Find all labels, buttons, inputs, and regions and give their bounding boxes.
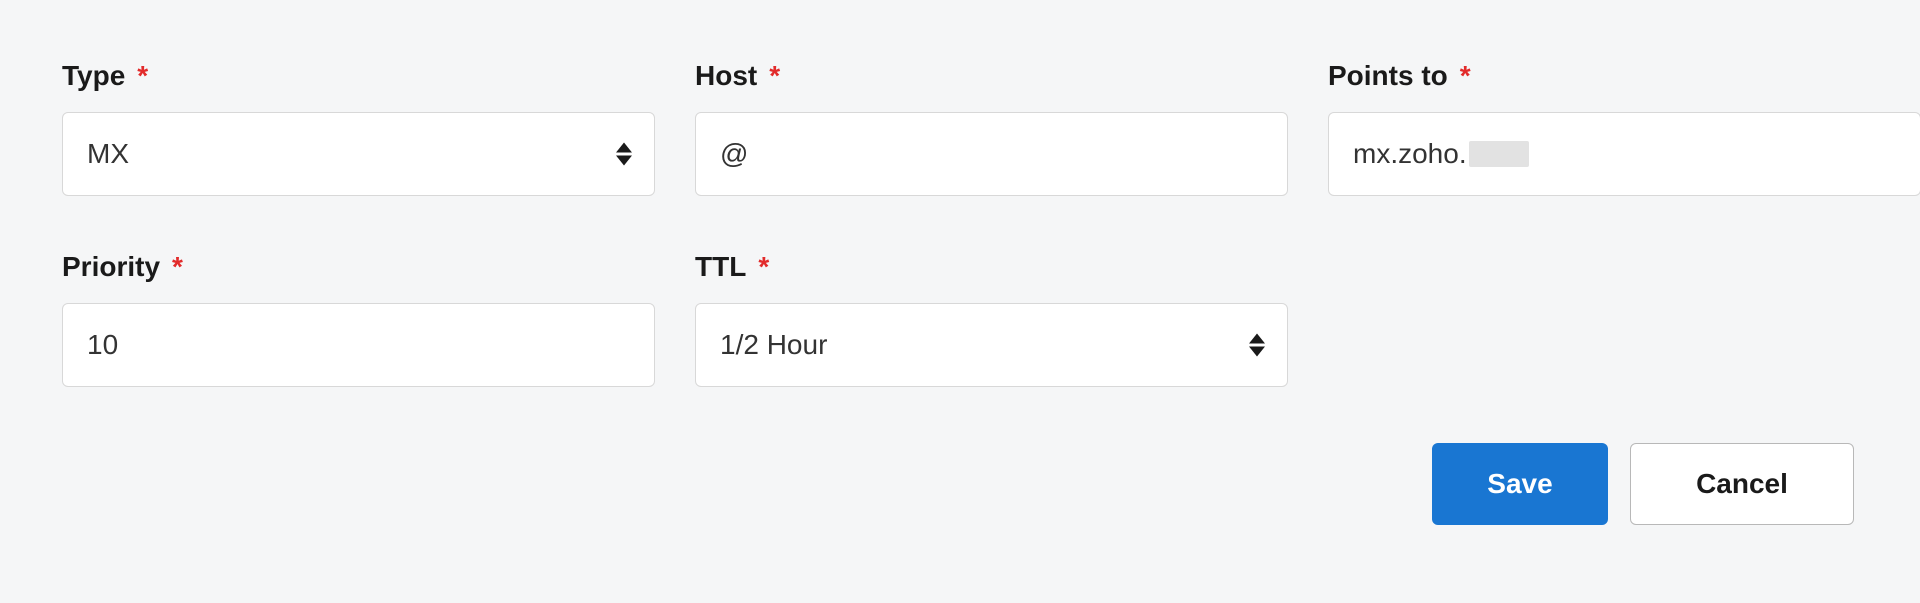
priority-input-value: 10 — [87, 329, 118, 361]
chevron-down-icon — [616, 156, 632, 166]
ttl-label-text: TTL — [695, 251, 746, 283]
required-asterisk: * — [769, 60, 780, 92]
type-select-value: MX — [87, 138, 129, 170]
ttl-select-value: 1/2 Hour — [720, 329, 827, 361]
dns-record-form: Type * MX Host * @ Points to * mx.zoho. — [62, 60, 1860, 387]
type-label-text: Type — [62, 60, 125, 92]
type-label: Type * — [62, 60, 655, 92]
ttl-label: TTL * — [695, 251, 1288, 283]
priority-label: Priority * — [62, 251, 655, 283]
points-to-text: mx.zoho. — [1353, 138, 1467, 170]
form-actions: Save Cancel — [62, 443, 1860, 525]
required-asterisk: * — [1460, 60, 1471, 92]
required-asterisk: * — [137, 60, 148, 92]
select-arrows-icon — [1249, 334, 1265, 357]
priority-input[interactable]: 10 — [62, 303, 655, 387]
cancel-button[interactable]: Cancel — [1630, 443, 1854, 525]
priority-field: Priority * 10 — [62, 251, 655, 387]
host-label-text: Host — [695, 60, 757, 92]
host-input-value: @ — [720, 138, 748, 170]
points-to-label-text: Points to — [1328, 60, 1448, 92]
empty-cell — [1328, 251, 1920, 387]
save-button[interactable]: Save — [1432, 443, 1608, 525]
redacted-block — [1469, 141, 1529, 167]
host-input[interactable]: @ — [695, 112, 1288, 196]
type-select[interactable]: MX — [62, 112, 655, 196]
select-arrows-icon — [616, 143, 632, 166]
priority-label-text: Priority — [62, 251, 160, 283]
chevron-up-icon — [1249, 334, 1265, 344]
ttl-select[interactable]: 1/2 Hour — [695, 303, 1288, 387]
type-field: Type * MX — [62, 60, 655, 196]
ttl-field: TTL * 1/2 Hour — [695, 251, 1288, 387]
required-asterisk: * — [758, 251, 769, 283]
host-field: Host * @ — [695, 60, 1288, 196]
points-to-label: Points to * — [1328, 60, 1920, 92]
chevron-up-icon — [616, 143, 632, 153]
points-to-input-value: mx.zoho. — [1353, 138, 1529, 170]
host-label: Host * — [695, 60, 1288, 92]
points-to-field: Points to * mx.zoho. — [1328, 60, 1920, 196]
required-asterisk: * — [172, 251, 183, 283]
chevron-down-icon — [1249, 347, 1265, 357]
points-to-input[interactable]: mx.zoho. — [1328, 112, 1920, 196]
